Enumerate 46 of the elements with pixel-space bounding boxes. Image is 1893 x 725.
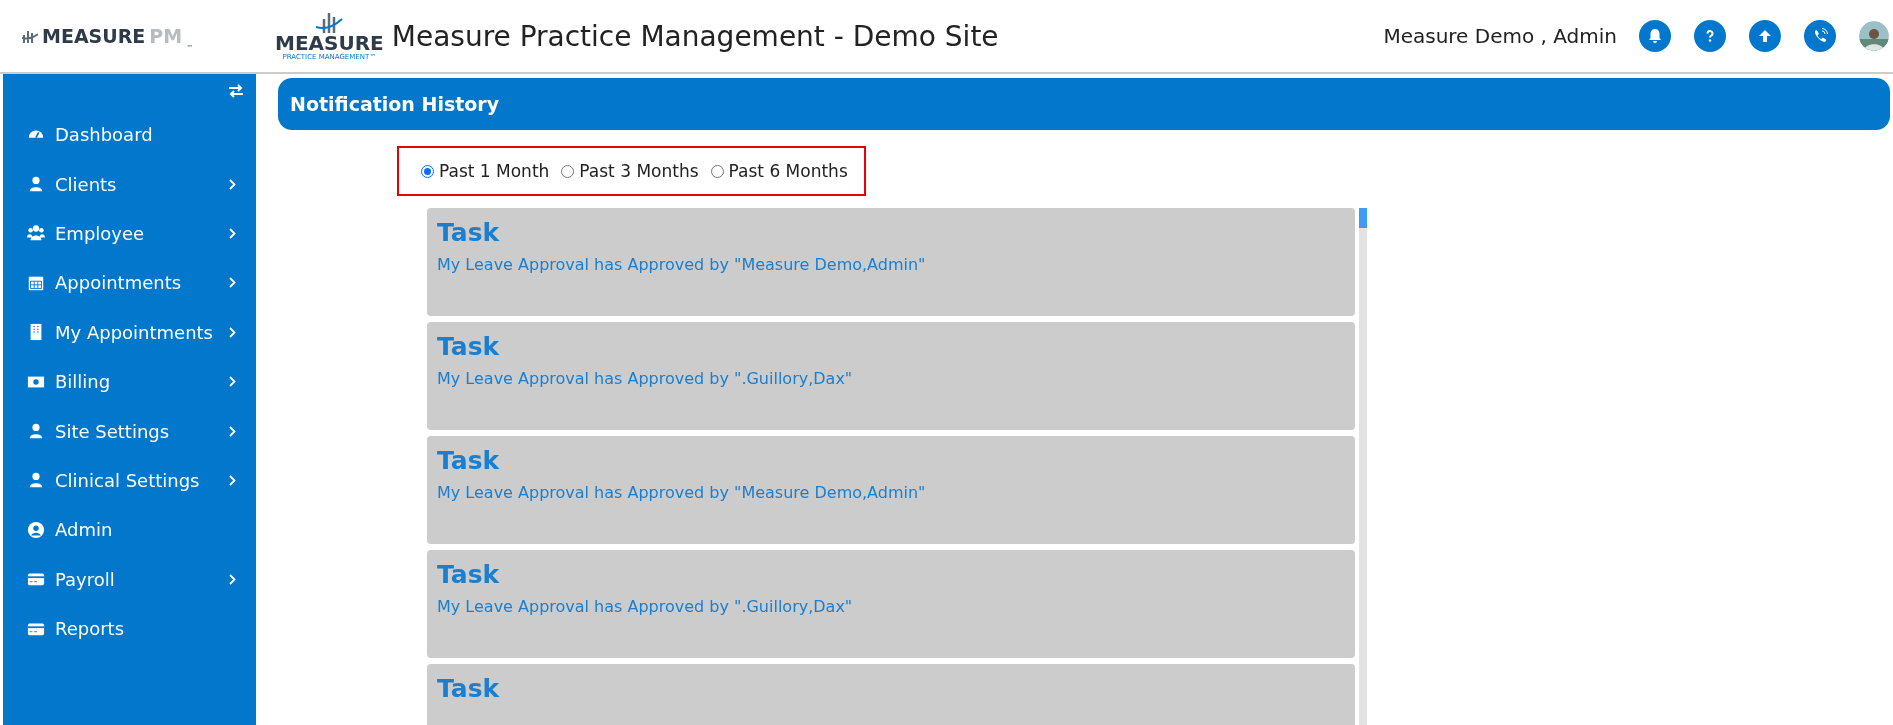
radio-icon[interactable]: [421, 164, 434, 178]
sidebar-item[interactable]: Admin: [3, 505, 256, 555]
avatar[interactable]: [1859, 21, 1889, 51]
upload-icon[interactable]: [1749, 20, 1781, 52]
radio-icon[interactable]: [561, 164, 575, 178]
users-icon: [27, 224, 45, 243]
site-logo-text: MEASURE: [275, 33, 384, 53]
sidebar-item[interactable]: My Appointments: [3, 307, 256, 357]
user-icon: [27, 175, 45, 194]
sidebar-item[interactable]: Reports: [3, 603, 256, 654]
page-title-bar: Notification History: [278, 78, 1890, 130]
user-icon: [27, 471, 45, 490]
sidebar-item[interactable]: Clinical Settings: [3, 455, 256, 506]
radio-icon[interactable]: [710, 164, 724, 178]
notification-title: Task: [437, 674, 501, 703]
brand-logo-suffix: PM: [149, 25, 183, 47]
logo-icon: [314, 11, 345, 33]
scrollbar[interactable]: [1359, 208, 1367, 725]
sidebar-item[interactable]: Clients: [3, 159, 256, 209]
notification-title: Task: [437, 560, 501, 589]
notification-message: My Leave Approval has Approved by ".Guillory,Dax": [437, 369, 854, 388]
notification-message: My Leave Approval has Approved by "Measure Demo,Admin": [437, 483, 927, 502]
brand-logo-text: MEASURE: [42, 25, 146, 47]
sidebar-item[interactable]: Billing: [3, 356, 256, 407]
bell-icon[interactable]: [1639, 20, 1671, 52]
notification-title: Task: [437, 332, 501, 361]
sidebar-item[interactable]: Appointments: [3, 258, 256, 308]
user-icon: [27, 422, 45, 441]
user-circle-icon: [27, 520, 45, 539]
help-icon[interactable]: [1694, 20, 1726, 52]
notification-message: My Leave Approval has Approved by ".Guillory,Dax": [437, 597, 854, 616]
sidebar-item[interactable]: Site Settings: [3, 406, 256, 456]
phone-icon[interactable]: [1804, 20, 1836, 52]
sidebar-toggle-icon[interactable]: [228, 84, 244, 98]
notification-title: Task: [437, 218, 501, 247]
notification-title: Task: [437, 446, 501, 475]
notification-message: My Leave Approval has Approved by "Measure Demo,Admin": [437, 255, 927, 274]
sidebar-item[interactable]: Dashboard: [3, 110, 256, 160]
period-radio[interactable]: Past 1 Month: [421, 161, 550, 181]
logo-icon: [22, 29, 38, 43]
period-radio[interactable]: Past 6 Months: [710, 161, 848, 181]
period-radio[interactable]: Past 3 Months: [561, 161, 699, 181]
sidebar-item[interactable]: Employee: [3, 208, 256, 259]
sidebar-item[interactable]: Payroll: [3, 554, 256, 604]
site-title: Measure Practice Management - Demo Site: [391, 19, 1000, 53]
user-name: Measure Demo , Admin: [1383, 24, 1617, 48]
